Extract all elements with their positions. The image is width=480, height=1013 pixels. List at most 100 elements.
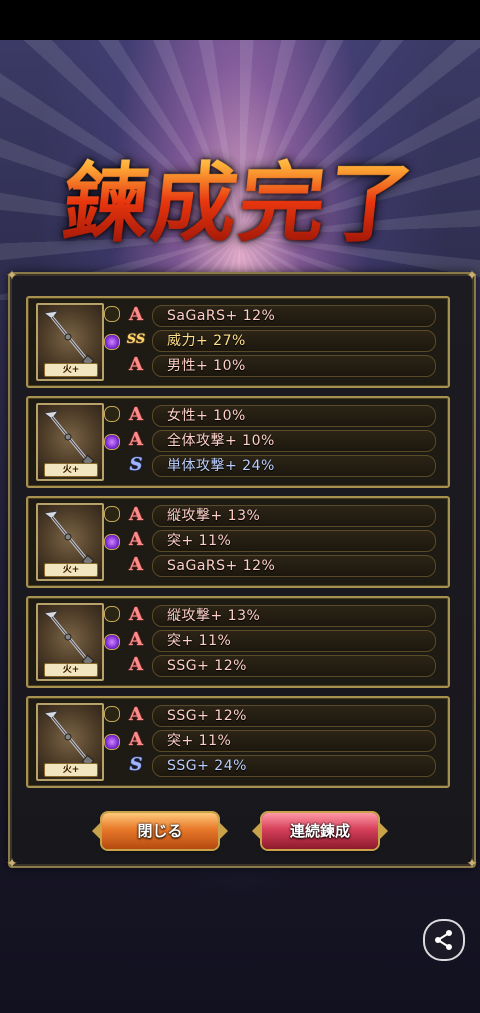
bonus-bar: SaGaRS+ 12% (152, 555, 436, 577)
weapon-thumbnail[interactable]: 火+ (36, 403, 104, 481)
bonus-row: A SSG+ 12% (126, 703, 440, 728)
bonus-label: 突+ 11% (167, 633, 232, 649)
bonus-row: A 縦攻撃+ 13% (126, 603, 440, 628)
bonus-bar: 突+ 11% (152, 530, 436, 552)
rank-badge-icon: SS (126, 332, 146, 347)
purple-gem-icon (104, 434, 120, 450)
rank-badge-icon: S (129, 454, 143, 475)
bonus-list: A 縦攻撃+ 13% A 突+ 11% A SSG+ 12% (126, 603, 440, 678)
rank-badge-icon: A (129, 629, 143, 650)
status-bar (0, 0, 480, 40)
rank-badge-icon: A (129, 504, 143, 525)
purple-gem-icon (104, 534, 120, 550)
rank-badge-icon: A (129, 529, 143, 550)
bonus-label: 縦攻撃+ 13% (167, 608, 261, 624)
bonus-label: 女性+ 10% (167, 408, 246, 424)
bonus-row: A 全体攻撃+ 10% (126, 428, 440, 453)
bonus-label: 突+ 11% (167, 733, 232, 749)
bonus-bar: 突+ 11% (152, 630, 436, 652)
rank-badge-icon: A (129, 304, 143, 325)
bonus-row: A 突+ 11% (126, 628, 440, 653)
element-tag: 火+ (44, 663, 98, 677)
bonus-bar: 威力+ 27% (152, 330, 436, 352)
bonus-bar: 女性+ 10% (152, 405, 436, 427)
weapon-thumbnail[interactable]: 火+ (36, 603, 104, 681)
weapon-thumbnail[interactable]: 火+ (36, 503, 104, 581)
bonus-row: SS 威力+ 27% (126, 328, 440, 353)
bonus-row: A SaGaRS+ 12% (126, 553, 440, 578)
bonus-row: S SSG+ 24% (126, 753, 440, 778)
element-tag: 火+ (44, 763, 98, 777)
bonus-row: A 男性+ 10% (126, 353, 440, 378)
bonus-bar: 男性+ 10% (152, 355, 436, 377)
refine-result-card: 火+ A 縦攻撃+ 13% A 突+ 11% A SaGaRS+ 12% (26, 496, 450, 588)
bonus-list: A 縦攻撃+ 13% A 突+ 11% A SaGaRS+ 12% (126, 503, 440, 578)
bonus-list: A 女性+ 10% A 全体攻撃+ 10% S 単体攻撃+ 24% (126, 403, 440, 478)
share-button[interactable] (423, 919, 465, 961)
weapon-thumbnail[interactable]: 火+ (36, 303, 104, 381)
refine-result-card: 火+ A SaGaRS+ 12% SS 威力+ 27% A 男性+ 10% (26, 296, 450, 388)
continuous-refine-button[interactable]: 連続鍊成 (262, 813, 378, 849)
bonus-row: A 突+ 11% (126, 528, 440, 553)
bonus-label: 全体攻撃+ 10% (167, 433, 275, 449)
bonus-list: A SaGaRS+ 12% SS 威力+ 27% A 男性+ 10% (126, 303, 440, 378)
element-tag: 火+ (44, 363, 98, 377)
bonus-bar: SSG+ 24% (152, 755, 436, 777)
purple-gem-icon (104, 734, 120, 750)
share-icon (435, 930, 452, 950)
bonus-bar: 単体攻撃+ 24% (152, 455, 436, 477)
weapon-thumbnail[interactable]: 火+ (36, 703, 104, 781)
slot-ring-icon (104, 506, 120, 522)
corner-ornament-icon: ✦ (466, 856, 478, 872)
corner-ornament-icon: ✦ (6, 856, 18, 872)
refine-result-card: 火+ A 女性+ 10% A 全体攻撃+ 10% S 単体攻撃+ 24% (26, 396, 450, 488)
rank-badge-icon: A (129, 554, 143, 575)
bonus-row: S 単体攻撃+ 24% (126, 453, 440, 478)
bonus-row: A 突+ 11% (126, 728, 440, 753)
rank-badge-icon: A (129, 704, 143, 725)
corner-ornament-icon: ✦ (6, 268, 18, 284)
rank-badge-icon: A (129, 729, 143, 750)
slot-ring-icon (104, 706, 120, 722)
rank-badge-icon: A (129, 604, 143, 625)
purple-gem-icon (104, 634, 120, 650)
bonus-row: A SaGaRS+ 12% (126, 303, 440, 328)
bonus-label: 単体攻撃+ 24% (167, 458, 275, 474)
bonus-bar: SSG+ 12% (152, 655, 436, 677)
rank-badge-icon: A (129, 354, 143, 375)
result-banner: 鍊成完了 (0, 135, 480, 255)
bonus-bar: 全体攻撃+ 10% (152, 430, 436, 452)
rank-badge-icon: A (129, 404, 143, 425)
corner-ornament-icon: ✦ (466, 268, 478, 284)
element-tag: 火+ (44, 563, 98, 577)
refine-result-card: 火+ A SSG+ 12% A 突+ 11% S SSG+ 24% (26, 696, 450, 788)
bonus-label: SaGaRS+ 12% (167, 558, 276, 574)
bonus-bar: 突+ 11% (152, 730, 436, 752)
bonus-bar: SaGaRS+ 12% (152, 305, 436, 327)
bonus-row: A 縦攻撃+ 13% (126, 503, 440, 528)
element-tag: 火+ (44, 463, 98, 477)
bonus-list: A SSG+ 12% A 突+ 11% S SSG+ 24% (126, 703, 440, 778)
purple-gem-icon (104, 334, 120, 350)
bonus-label: 突+ 11% (167, 533, 232, 549)
slot-ring-icon (104, 606, 120, 622)
bonus-row: A 女性+ 10% (126, 403, 440, 428)
bonus-label: 男性+ 10% (167, 358, 246, 374)
slot-ring-icon (104, 406, 120, 422)
bonus-bar: 縦攻撃+ 13% (152, 505, 436, 527)
slot-ring-icon (104, 306, 120, 322)
bonus-label: 威力+ 27% (167, 333, 246, 349)
bonus-label: SSG+ 12% (167, 708, 247, 724)
bonus-bar: 縦攻撃+ 13% (152, 605, 436, 627)
refine-result-card: 火+ A 縦攻撃+ 13% A 突+ 11% A SSG+ 12% (26, 596, 450, 688)
bonus-label: SaGaRS+ 12% (167, 308, 276, 324)
rank-badge-icon: A (129, 654, 143, 675)
bonus-label: SSG+ 12% (167, 658, 247, 674)
close-button[interactable]: 閉じる (102, 813, 218, 849)
bonus-bar: SSG+ 12% (152, 705, 436, 727)
banner-title: 鍊成完了 (57, 133, 422, 258)
rank-badge-icon: S (129, 754, 143, 775)
bonus-label: SSG+ 24% (167, 758, 247, 774)
rank-badge-icon: A (129, 429, 143, 450)
bonus-label: 縦攻撃+ 13% (167, 508, 261, 524)
